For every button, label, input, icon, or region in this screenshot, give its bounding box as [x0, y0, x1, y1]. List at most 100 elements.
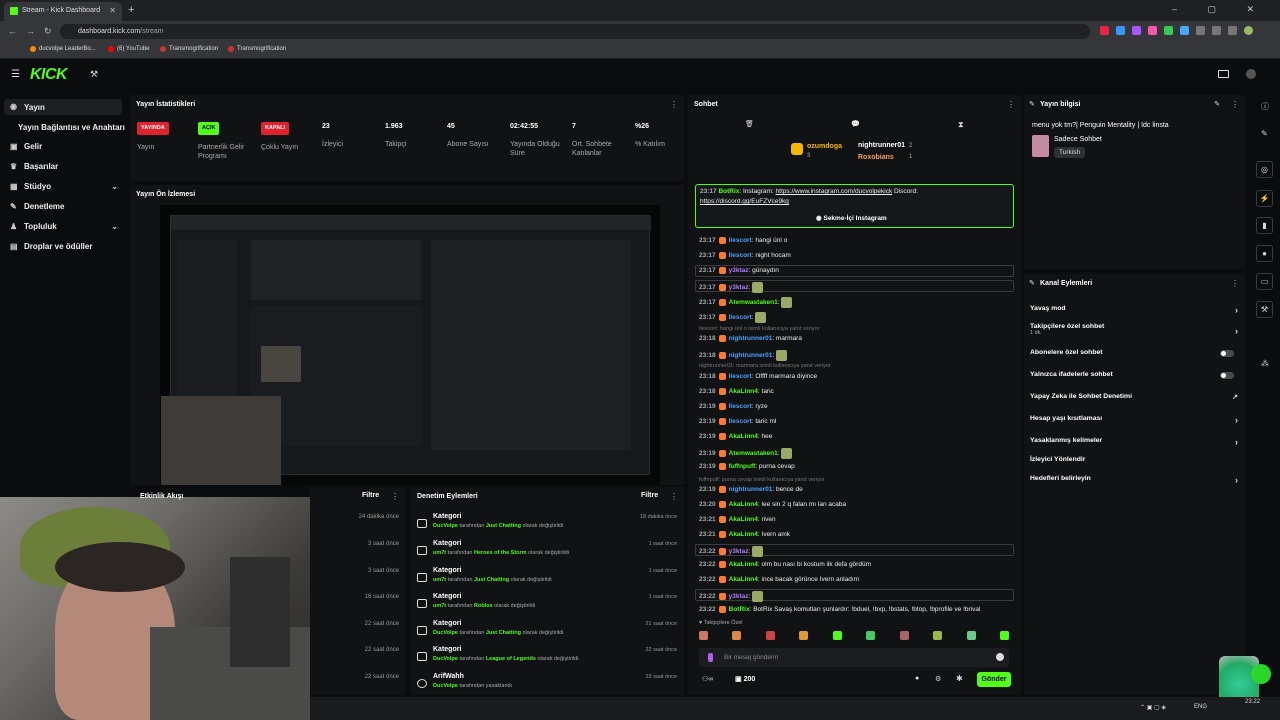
emote-icon[interactable] — [752, 546, 764, 557]
chat-link[interactable]: https://www.instagram.com/ducvolpekick — [776, 188, 893, 195]
emote-icon[interactable] — [933, 631, 943, 640]
stream-preview-video[interactable] — [160, 205, 660, 485]
settings-icon[interactable]: ⚙ — [935, 675, 941, 683]
chat-username[interactable]: AkaLinn4 — [729, 516, 758, 523]
edit-icon[interactable]: ✎ — [1214, 100, 1220, 108]
emoji-icon[interactable] — [996, 653, 1004, 661]
goals-row[interactable]: Hedefleri belirleyin › — [1030, 475, 1240, 485]
sidebar-item-revenue[interactable]: ▣ Gelir — [10, 142, 42, 151]
chat-username[interactable]: AkaLinn4 — [729, 531, 758, 538]
chat-username[interactable]: BotRix — [729, 606, 750, 613]
emote-only-toggle[interactable] — [1220, 372, 1234, 379]
sidebar-item-drops[interactable]: ▤ Droplar ve ödüller — [10, 242, 92, 251]
top-chatter-name[interactable]: nightrunner01 — [858, 142, 905, 149]
extension-icon[interactable] — [1132, 26, 1141, 35]
chat-username[interactable]: nightrunner01 — [729, 335, 773, 342]
mod-user[interactable]: DucVolpe — [433, 683, 458, 689]
extension-icon[interactable] — [1100, 26, 1109, 35]
info-icon[interactable]: ⓘ — [1261, 101, 1269, 112]
gift-icon[interactable]: ✱ — [956, 674, 963, 683]
more-options-icon[interactable]: ⋮ — [670, 100, 678, 109]
chat-username[interactable]: AkaLinn4 — [729, 501, 758, 508]
sidebar-item-stream[interactable]: ◉ Yayın — [4, 99, 122, 115]
close-tab-icon[interactable]: ✕ — [109, 6, 116, 15]
hourglass-icon[interactable]: ⧗ — [958, 120, 964, 130]
channel-points[interactable]: ▣ 200 — [735, 675, 755, 683]
mod-user[interactable]: DucVolpe — [433, 630, 458, 636]
profile-avatar-icon[interactable] — [1244, 26, 1253, 35]
hammer-icon[interactable]: ⚒ — [90, 69, 98, 80]
top-chatter-name[interactable]: ozumdoga — [807, 143, 842, 150]
filter-button[interactable]: Filtre — [362, 492, 379, 499]
chat-username[interactable]: AkaLinn4 — [729, 388, 758, 395]
emote-icon[interactable] — [699, 631, 708, 640]
emote-icon[interactable] — [781, 448, 793, 459]
sidebar-item-moderation[interactable]: ✎ Denetleme — [10, 202, 64, 211]
users-icon[interactable]: ⚇∞ — [702, 675, 713, 683]
banned-words-row[interactable]: Yasaklanmış kelimeler › — [1030, 437, 1240, 447]
chat-bubble-icon[interactable]: ● — [915, 675, 919, 682]
chat-link[interactable]: https://discord.gg/EuFZVce9kg — [700, 198, 789, 205]
raid-row[interactable]: İzleyici Yönlendir — [1030, 456, 1240, 463]
mic-icon[interactable] — [708, 653, 713, 662]
more-options-icon[interactable]: ⋮ — [391, 492, 399, 501]
mod-user[interactable]: DucVolpe — [433, 523, 458, 529]
bookmark-item[interactable]: Transmogrification — [228, 46, 286, 52]
category-name[interactable]: Sadece Sohbet — [1054, 136, 1102, 143]
bookmark-item[interactable]: ducvolpe LeaderBo... — [30, 46, 96, 52]
chat-username[interactable]: BotRix — [718, 188, 739, 195]
chat-username[interactable]: AkaLinn4 — [729, 433, 758, 440]
emote-icon[interactable] — [899, 631, 909, 640]
user-avatar[interactable] — [1246, 69, 1256, 79]
slow-mode-row[interactable]: Yavaş mod › — [1030, 305, 1240, 315]
filter-button[interactable]: Filtre — [641, 492, 658, 499]
sidebar-item-studio[interactable]: ▦ Stüdyo ⌄ — [10, 182, 118, 191]
chat-username[interactable]: Ilescort — [729, 252, 752, 259]
chat-username[interactable]: fuffnpuff — [729, 463, 756, 470]
account-age-row[interactable]: Hesap yaşı kısıtlaması › — [1030, 415, 1240, 425]
emote-icon[interactable] — [752, 282, 764, 293]
back-icon[interactable]: ← — [8, 26, 17, 36]
emote-icon[interactable] — [752, 591, 764, 602]
chat-input[interactable]: Bir mesaj gönderin — [699, 648, 1009, 667]
menu-icon[interactable]: ☰ — [11, 69, 20, 80]
emote-icon[interactable] — [765, 631, 775, 640]
sidebar-item-community[interactable]: ♟ Topluluk ⌄ — [10, 222, 118, 231]
more-options-icon[interactable]: ⋮ — [1231, 279, 1239, 288]
tray-icons[interactable]: ⌃ ▣ ▢ ◈ — [1140, 704, 1166, 711]
chat-username[interactable]: AkaLinn4 — [729, 576, 758, 583]
trash-icon[interactable]: 🗑 — [745, 120, 754, 128]
mod-action-type[interactable]: ArifWahh — [433, 673, 464, 680]
mod-user[interactable]: um7t — [433, 603, 446, 609]
bookmark-item[interactable]: (6) YouTube — [108, 46, 149, 52]
chat-username[interactable]: AkaLinn4 — [729, 561, 758, 568]
send-button[interactable]: Gönder — [977, 672, 1011, 687]
language-tag[interactable]: Turkish — [1054, 147, 1086, 158]
ai-moderation-row[interactable]: Yapay Zeka ile Sohbet Denetimi ↗ — [1030, 393, 1240, 401]
emote-icon[interactable] — [755, 312, 767, 323]
mod-user[interactable]: um7t — [433, 550, 446, 556]
top-chatter-name[interactable]: Roxobians — [858, 154, 894, 161]
extension-icon[interactable] — [1116, 26, 1125, 35]
emote-icon[interactable] — [832, 631, 842, 640]
chat-username[interactable]: Atemwastaken1 — [729, 299, 778, 306]
more-options-icon[interactable]: ⋮ — [1231, 100, 1239, 109]
rail-button-2[interactable]: ⚡ — [1256, 190, 1273, 207]
browser-tab[interactable]: Stream - Kick Dashboard ✕ — [4, 2, 122, 21]
sidebar-item-achievements[interactable]: ♛ Başarılar — [10, 162, 58, 171]
extension-icon[interactable] — [1180, 26, 1189, 35]
kick-logo[interactable]: KICK — [30, 66, 68, 84]
bookmark-item[interactable]: Transmogrification — [160, 46, 218, 52]
subscribers-only-toggle[interactable] — [1220, 350, 1234, 357]
rail-button-3[interactable]: ▮ — [1256, 217, 1273, 234]
extension-icon[interactable] — [1196, 26, 1205, 35]
chat-username[interactable]: Ilescort — [729, 237, 752, 244]
extension-icon[interactable] — [1212, 26, 1221, 35]
rail-button-4[interactable]: ● — [1256, 245, 1273, 262]
emote-icon[interactable] — [799, 631, 809, 640]
rail-button-1[interactable]: ◎ — [1256, 161, 1273, 178]
chat-username[interactable]: y3ktaz — [729, 284, 749, 291]
forward-icon[interactable]: → — [26, 26, 35, 36]
more-options-icon[interactable]: ⋮ — [670, 492, 678, 501]
extension-icon[interactable] — [1164, 26, 1173, 35]
